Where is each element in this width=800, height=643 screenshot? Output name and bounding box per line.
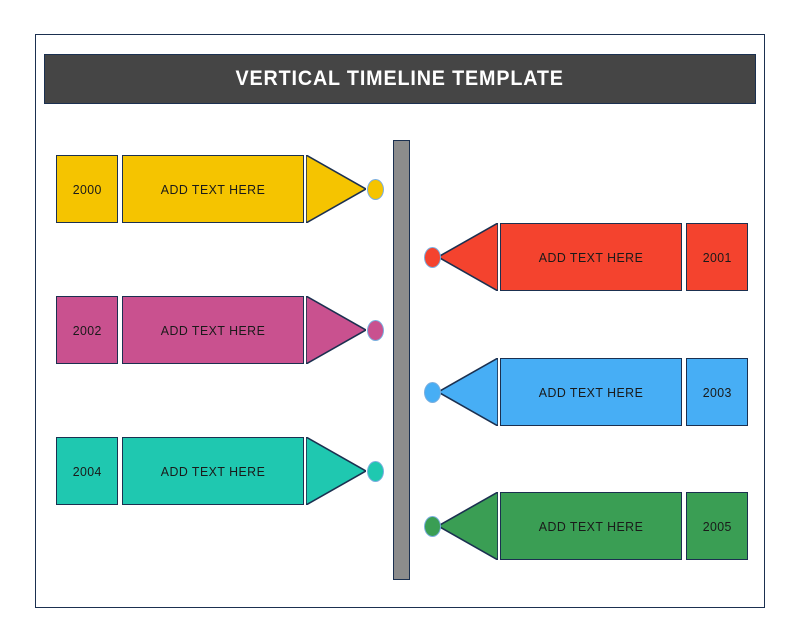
milestone-year-label: 2001 [702, 249, 732, 265]
milestone-year-label: 2003 [702, 384, 732, 400]
milestone-text-label: ADD TEXT HERE [538, 518, 644, 534]
milestone-text-box[interactable]: ADD TEXT HERE [500, 223, 682, 291]
milestone-row: 2003 ADD TEXT HERE [424, 358, 748, 426]
milestone-dot-icon[interactable] [424, 247, 441, 268]
milestone-text-label: ADD TEXT HERE [160, 322, 266, 338]
milestone-year-label: 2000 [72, 181, 102, 197]
milestone-dot-icon[interactable] [367, 320, 384, 341]
title-banner: VERTICAL TIMELINE TEMPLATE [44, 54, 756, 104]
milestone-year-label: 2005 [702, 518, 732, 534]
milestone-text-box[interactable]: ADD TEXT HERE [122, 155, 304, 223]
milestone-row: 2001 ADD TEXT HERE [424, 223, 748, 291]
milestone-text-box[interactable]: ADD TEXT HERE [500, 492, 682, 560]
milestone-row: 2004 ADD TEXT HERE [56, 437, 384, 505]
milestone-text-box[interactable]: ADD TEXT HERE [122, 437, 304, 505]
milestone-arrow-icon [438, 223, 498, 291]
milestone-text-label: ADD TEXT HERE [160, 463, 266, 479]
milestone-row: 2002 ADD TEXT HERE [56, 296, 384, 364]
page-title: VERTICAL TIMELINE TEMPLATE [235, 67, 565, 90]
milestone-dot-icon[interactable] [424, 516, 441, 537]
milestone-dot-icon[interactable] [424, 382, 441, 403]
milestone-row: 2000 ADD TEXT HERE [56, 155, 384, 223]
milestone-year-box[interactable]: 2003 [686, 358, 748, 426]
milestone-arrow-icon [438, 358, 498, 426]
milestone-year-box[interactable]: 2005 [686, 492, 748, 560]
milestone-arrow-icon [306, 437, 366, 505]
milestone-year-label: 2004 [72, 463, 102, 479]
milestone-dot-icon[interactable] [367, 461, 384, 482]
timeline-spine [393, 140, 410, 580]
milestone-text-label: ADD TEXT HERE [160, 181, 266, 197]
milestone-text-label: ADD TEXT HERE [538, 384, 644, 400]
milestone-arrow-icon [306, 296, 366, 364]
milestone-row: 2005 ADD TEXT HERE [424, 492, 748, 560]
milestone-arrow-icon [306, 155, 366, 223]
milestone-dot-icon[interactable] [367, 179, 384, 200]
milestone-text-box[interactable]: ADD TEXT HERE [122, 296, 304, 364]
timeline-canvas: VERTICAL TIMELINE TEMPLATE 2000 ADD TEXT … [0, 0, 800, 643]
milestone-text-label: ADD TEXT HERE [538, 249, 644, 265]
milestone-year-label: 2002 [72, 322, 102, 338]
milestone-year-box[interactable]: 2004 [56, 437, 118, 505]
milestone-year-box[interactable]: 2001 [686, 223, 748, 291]
milestone-year-box[interactable]: 2002 [56, 296, 118, 364]
milestone-year-box[interactable]: 2000 [56, 155, 118, 223]
milestone-text-box[interactable]: ADD TEXT HERE [500, 358, 682, 426]
milestone-arrow-icon [438, 492, 498, 560]
